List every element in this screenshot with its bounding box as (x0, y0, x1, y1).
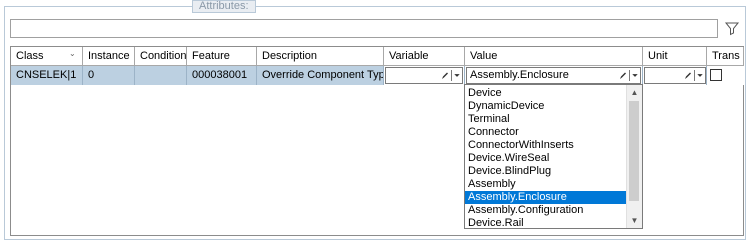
value-combo-text: Assembly.Enclosure (470, 69, 569, 81)
dropdown-option[interactable]: Connector (465, 126, 627, 139)
cell-description[interactable]: Override Component Type (257, 66, 384, 85)
dropdown-option[interactable]: ConnectorWithInserts (465, 139, 627, 152)
dropdown-option[interactable]: Assembly (465, 178, 627, 191)
column-header-value[interactable]: Value (465, 47, 643, 66)
cell-instance[interactable]: 0 (83, 66, 135, 85)
pencil-icon[interactable] (684, 71, 692, 80)
unit-combo[interactable] (644, 67, 706, 84)
dropdown-option[interactable]: DynamicDevice (465, 100, 627, 113)
chevron-down-icon[interactable] (629, 70, 640, 81)
dropdown-scrollbar[interactable]: ▲ ▼ (626, 85, 642, 228)
column-header-unit[interactable]: Unit (643, 47, 707, 66)
dropdown-option[interactable]: Assembly.Configuration (465, 204, 627, 217)
dropdown-option[interactable]: Terminal (465, 113, 627, 126)
column-header-condition[interactable]: Condition (135, 47, 187, 66)
trans-checkbox[interactable] (710, 69, 722, 81)
cell-variable[interactable] (384, 66, 465, 85)
dropdown-option[interactable]: Device.WireSeal (465, 152, 627, 165)
attributes-group-title: Attributes: (192, 0, 256, 13)
dropdown-option[interactable]: Assembly.Enclosure (465, 191, 627, 204)
sort-chevron-icon: ⌄ (69, 49, 76, 58)
scroll-down-icon[interactable]: ▼ (627, 213, 642, 228)
dropdown-option[interactable]: Device.BlindPlug (465, 165, 627, 178)
dropdown-option[interactable]: Device (465, 87, 627, 100)
filter-input[interactable] (10, 19, 718, 38)
column-header-description[interactable]: Description (257, 47, 384, 66)
column-header-instance[interactable]: Instance (83, 47, 135, 66)
chevron-down-icon[interactable] (694, 70, 705, 81)
table-row[interactable]: CNSELEK|1 0 000038001 Override Component… (11, 66, 744, 85)
cell-unit[interactable] (643, 66, 707, 85)
scroll-up-icon[interactable]: ▲ (627, 85, 642, 100)
value-dropdown-list[interactable]: Device DynamicDevice Terminal Connector Conn… (464, 84, 643, 229)
dropdown-option[interactable]: Device.Rail (465, 217, 627, 230)
column-header-trans[interactable]: Trans (707, 47, 744, 66)
scrollbar-thumb[interactable] (629, 101, 639, 201)
cell-class[interactable]: CNSELEK|1 (11, 66, 83, 85)
pencil-icon[interactable] (619, 71, 627, 80)
cell-feature[interactable]: 000038001 (187, 66, 257, 85)
filter-icon[interactable] (724, 20, 740, 36)
column-header-feature[interactable]: Feature (187, 47, 257, 66)
pencil-icon[interactable] (441, 71, 449, 80)
cell-trans[interactable] (707, 66, 744, 85)
value-combo[interactable]: Assembly.Enclosure (466, 67, 641, 84)
cell-value[interactable]: Assembly.Enclosure (465, 66, 643, 85)
variable-combo[interactable] (385, 67, 463, 84)
chevron-down-icon[interactable] (451, 70, 462, 81)
column-header-label: Class (16, 50, 44, 62)
column-header-class[interactable]: Class ⌄ (11, 47, 83, 66)
column-header-variable[interactable]: Variable (384, 47, 465, 66)
cell-condition[interactable] (135, 66, 187, 85)
